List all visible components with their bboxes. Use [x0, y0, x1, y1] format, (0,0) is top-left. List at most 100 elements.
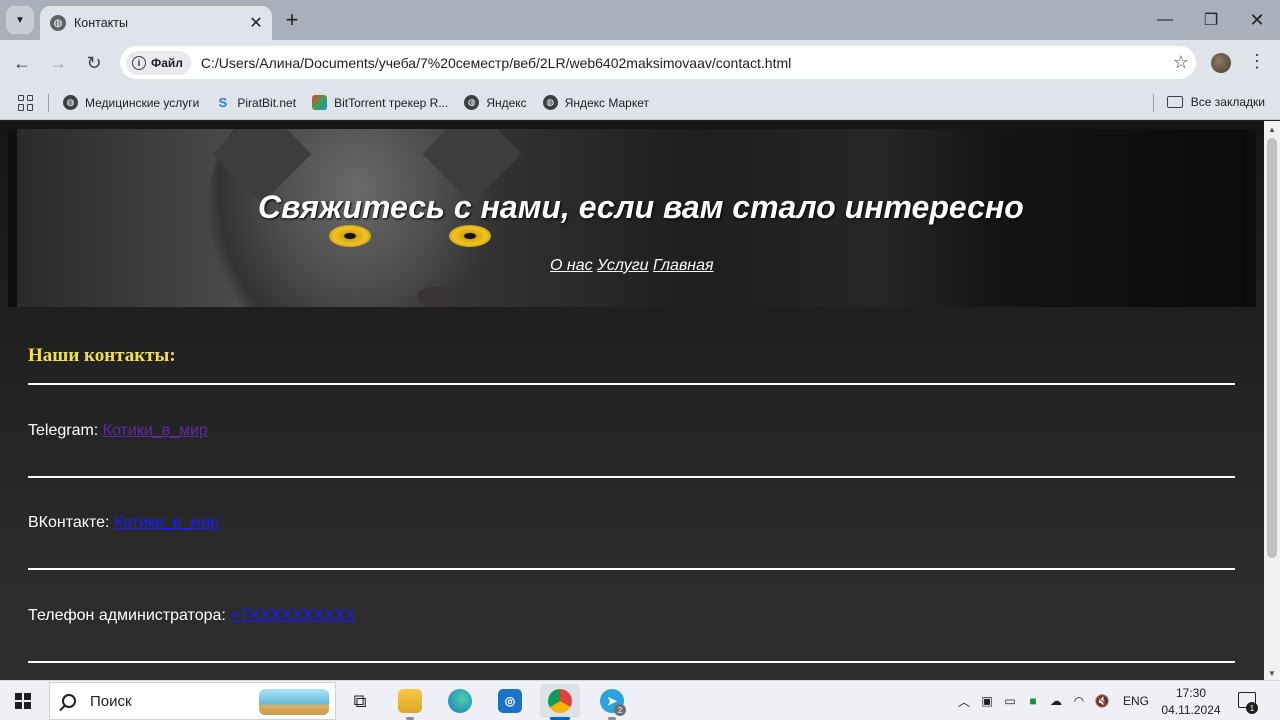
nav-link-services[interactable]: Услуги [597, 257, 649, 274]
tab-title: Контакты [74, 16, 128, 30]
close-window-button[interactable]: ✕ [1234, 0, 1280, 40]
minimize-button[interactable]: — [1142, 0, 1188, 40]
bookmark-label: Медицинские услуги [85, 95, 200, 110]
taskbar-app-chrome[interactable] [540, 684, 580, 720]
clock-time: 17:30 [1175, 686, 1207, 700]
taskbar-app-explorer[interactable] [390, 684, 430, 720]
divider [1153, 94, 1154, 112]
tab-strip: ▼ ◍ Контакты ✕ + — ❐ ✕ [0, 0, 1280, 40]
vertical-scrollbar[interactable]: ▲ ▼ [1264, 121, 1280, 680]
apps-grid-icon[interactable] [18, 94, 34, 111]
taskbar-app-edge[interactable] [440, 684, 480, 718]
language-indicator[interactable]: ENG [1123, 694, 1149, 708]
all-bookmarks-label: Все закладки [1190, 95, 1265, 109]
contact-label: ВКонтакте: [28, 514, 110, 531]
edge-icon [448, 689, 472, 713]
browser-tab[interactable]: ◍ Контакты ✕ [40, 6, 272, 40]
bookmark-label: Яндекс Маркет [564, 95, 650, 110]
phone-link[interactable]: +7XXXXXXXXXX [230, 607, 355, 624]
globe-icon: ◍ [50, 15, 66, 31]
bookmark-item[interactable]: ◍ Медицинские услуги [63, 95, 199, 110]
all-bookmarks-button[interactable]: Все закладки [1166, 95, 1265, 109]
bookmark-star-icon[interactable]: ☆ [1166, 52, 1196, 73]
new-tab-button[interactable]: + [280, 7, 304, 32]
cat-nose [417, 287, 457, 307]
back-button[interactable]: ← [8, 49, 36, 77]
cat-eye [329, 225, 371, 247]
bookmark-item[interactable]: BitTorrent трекер R... [312, 95, 448, 110]
windows-taskbar: Поиск ⧉ ◎ ➤ 2 ︿ ▣ ▭ ■ ☁ ◠ 🔇 ENG 17:30 04… [0, 680, 1280, 720]
site-header: Свяжитесь с нами, если вам стало интерес… [8, 129, 1256, 307]
tray-app-icon[interactable]: ▣ [979, 694, 995, 708]
bookmark-item[interactable]: ◍ Яндекс Маркет [542, 95, 650, 110]
vk-link[interactable]: Котики_в_мир [114, 514, 219, 531]
chevron-up-icon[interactable]: ︿ [956, 694, 972, 709]
page-viewport: Свяжитесь с нами, если вам стало интерес… [0, 121, 1264, 680]
page-title: Свяжитесь с нами, если вам стало интерес… [258, 189, 1024, 225]
telegram-link[interactable]: Котики_в_мир [103, 422, 208, 439]
tab-search-button[interactable]: ▼ [6, 6, 34, 34]
windows-start-icon[interactable] [15, 693, 31, 709]
close-icon[interactable]: ✕ [246, 13, 266, 33]
bookmark-item[interactable]: ◍ Яндекс [464, 95, 527, 110]
restore-button[interactable]: ❐ [1188, 0, 1234, 40]
contact-label: Телефон администратора: [28, 607, 226, 624]
forward-button[interactable]: → [44, 49, 72, 77]
contact-row-vk: ВКонтакте: Котики_в_мир [28, 514, 219, 532]
menu-dots-icon[interactable]: ⋮ [1248, 51, 1266, 72]
site-info-chip[interactable]: i Файл [126, 50, 191, 75]
contact-row-telegram: Telegram: Котики_в_мир [28, 422, 208, 440]
telegram-badge: 2 [614, 704, 626, 716]
contacts-heading: Наши контакты: [28, 345, 176, 366]
store-icon: ◎ [498, 689, 522, 713]
nav-link-home[interactable]: Главная [653, 257, 714, 274]
system-tray: ︿ ▣ ▭ ■ ☁ ◠ 🔇 ENG [956, 681, 1149, 720]
horizontal-rule [28, 476, 1235, 478]
reload-button[interactable]: ↻ [80, 49, 108, 77]
search-placeholder: Поиск [90, 692, 132, 710]
notification-badge: 1 [1246, 702, 1258, 714]
globe-icon: ◍ [63, 95, 78, 110]
divider [48, 93, 49, 112]
globe-icon: ◍ [542, 95, 558, 110]
bookmark-label: PiratBit.net [237, 95, 297, 110]
taskbar-search-box[interactable]: Поиск [49, 682, 336, 720]
bookmark-label: BitTorrent трекер R... [334, 95, 449, 110]
search-icon [62, 694, 76, 708]
system-clock[interactable]: 17:30 04.11.2024 [1160, 685, 1222, 719]
globe-icon: ◍ [464, 95, 480, 110]
profile-avatar[interactable] [1211, 53, 1231, 73]
volume-muted-icon[interactable]: 🔇 [1094, 694, 1110, 708]
taskbar-app-store[interactable]: ◎ [490, 684, 530, 718]
bookmark-item[interactable]: S PiratBit.net [215, 95, 297, 110]
info-icon: i [132, 55, 146, 70]
folder-icon [398, 689, 422, 713]
nav-link-about[interactable]: О нас [550, 257, 593, 274]
bookmark-label: Яндекс [486, 95, 527, 110]
browser-toolbar: ← → ↻ i Файл C:/Users/Алина/Documents/уч… [0, 40, 1280, 86]
tray-app-icon[interactable]: ■ [1025, 694, 1041, 708]
piratbit-icon: S [218, 95, 228, 110]
cat-eye [449, 225, 491, 247]
scroll-up-arrow-icon[interactable]: ▲ [1268, 125, 1276, 134]
search-highlight-image [259, 689, 329, 715]
cloud-icon[interactable]: ☁ [1048, 694, 1064, 708]
chevron-down-icon: ▼ [15, 14, 25, 26]
scrollbar-thumb[interactable] [1267, 138, 1277, 558]
address-bar[interactable]: i Файл C:/Users/Алина/Documents/учеба/7%… [120, 46, 1196, 79]
task-view-button[interactable]: ⧉ [340, 684, 380, 718]
meet-now-icon[interactable]: ▭ [1002, 694, 1018, 708]
taskbar-app-telegram[interactable]: ➤ 2 [592, 684, 632, 720]
scroll-down-arrow-icon[interactable]: ▼ [1268, 669, 1276, 678]
wifi-icon[interactable]: ◠ [1071, 694, 1087, 708]
horizontal-rule [28, 661, 1235, 663]
folder-icon [1166, 96, 1183, 108]
url-text[interactable]: C:/Users/Алина/Documents/учеба/7%20семес… [201, 55, 1166, 71]
site-navigation: О нас Услуги Главная [550, 257, 714, 275]
clock-date: 04.11.2024 [1161, 703, 1221, 717]
chrome-icon [548, 689, 572, 713]
bittorrent-icon [312, 95, 328, 110]
horizontal-rule [28, 383, 1235, 385]
contact-label: Telegram: [28, 422, 99, 439]
bookmarks-bar: ◍ Медицинские услуги S PiratBit.net BitT… [0, 86, 1280, 120]
